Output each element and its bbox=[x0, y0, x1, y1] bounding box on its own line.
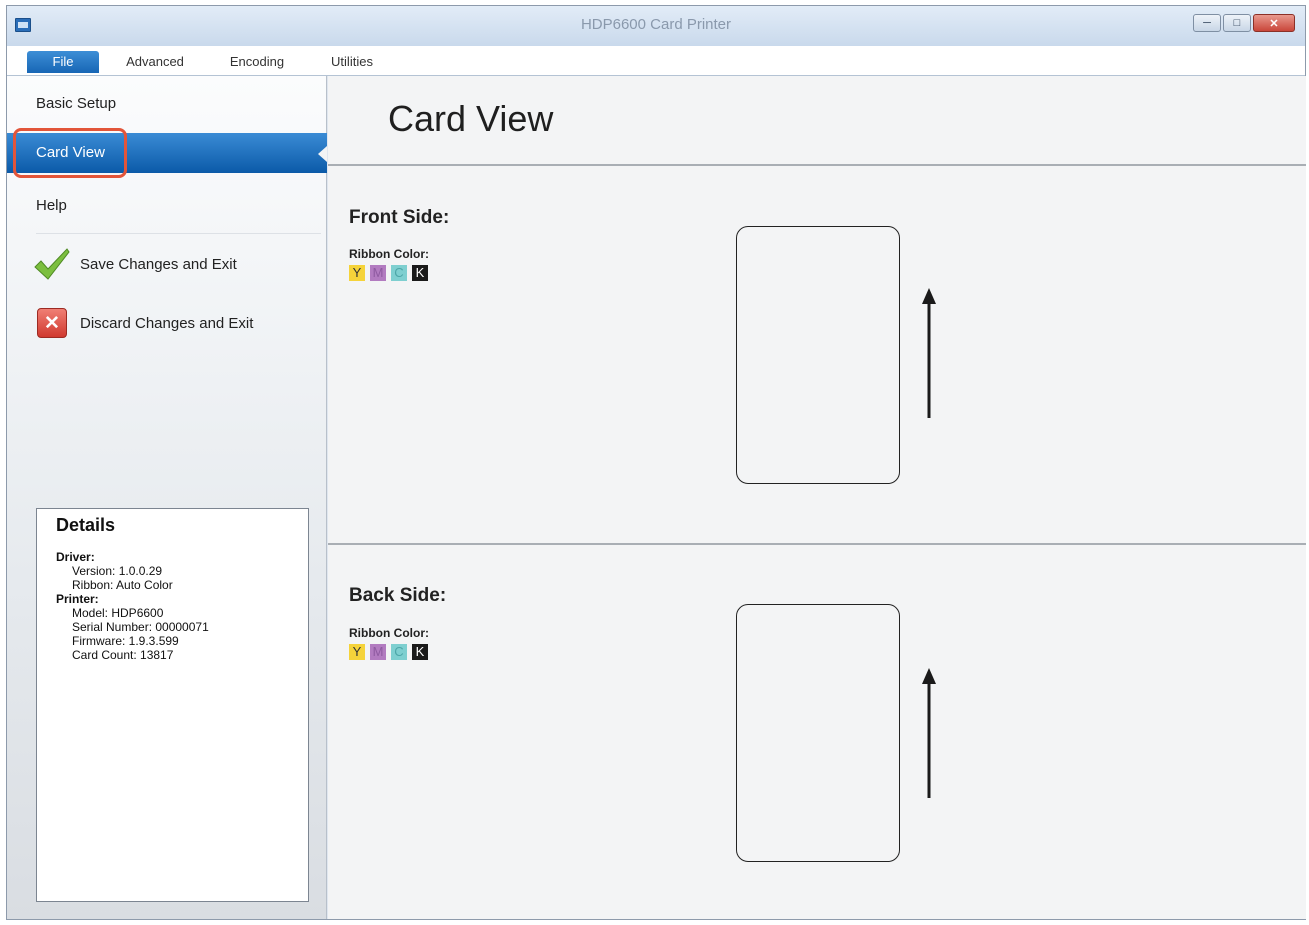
minimize-button[interactable]: ─ bbox=[1193, 14, 1221, 32]
back-orientation-arrow-icon bbox=[922, 668, 936, 798]
save-changes-button[interactable]: Save Changes and Exit bbox=[33, 244, 323, 284]
printer-serial: Serial Number: 00000071 bbox=[72, 620, 209, 634]
sidebar-item-label: Help bbox=[36, 197, 67, 214]
front-side-title: Front Side: bbox=[349, 207, 450, 228]
divider bbox=[328, 543, 1306, 545]
sidebar-item-basic-setup[interactable]: Basic Setup bbox=[7, 84, 327, 124]
selection-pointer bbox=[318, 146, 327, 162]
back-card-preview bbox=[736, 604, 900, 862]
sidebar: Basic Setup Card View Help Save Changes … bbox=[7, 76, 327, 919]
sidebar-item-label: Basic Setup bbox=[36, 95, 117, 112]
callout-highlight bbox=[13, 128, 127, 178]
panel-m: M bbox=[370, 265, 386, 281]
front-orientation-arrow-icon bbox=[922, 288, 936, 418]
panel-y: Y bbox=[349, 644, 365, 660]
divider bbox=[36, 233, 321, 234]
close-icon: ✕ bbox=[37, 308, 67, 338]
maximize-icon: □ bbox=[1233, 17, 1241, 29]
driver-label: Driver: bbox=[56, 550, 95, 564]
details-panel: Details Driver: Version: 1.0.0.29 Ribbon… bbox=[36, 508, 309, 902]
tab-advanced[interactable]: Advanced bbox=[115, 51, 195, 73]
maximize-button[interactable]: □ bbox=[1223, 14, 1251, 32]
panel-k: K bbox=[412, 644, 428, 660]
discard-changes-label: Discard Changes and Exit bbox=[80, 314, 254, 332]
menu-tabs: File Advanced Encoding Utilities bbox=[7, 46, 1305, 76]
tab-file[interactable]: File bbox=[27, 51, 99, 73]
divider bbox=[328, 164, 1306, 166]
details-title: Details bbox=[56, 515, 116, 535]
close-button[interactable]: ✕ bbox=[1253, 14, 1295, 32]
front-ribbon-label: Ribbon Color: bbox=[349, 247, 429, 261]
printer-model: Model: HDP6600 bbox=[72, 606, 164, 620]
front-card-preview bbox=[736, 226, 900, 484]
save-changes-label: Save Changes and Exit bbox=[80, 255, 237, 273]
checkmark-icon bbox=[33, 245, 71, 283]
main-panel: Card View Front Side: Ribbon Color: Y M … bbox=[328, 76, 1306, 919]
printer-card-count: Card Count: 13817 bbox=[72, 648, 174, 662]
panel-k: K bbox=[412, 265, 428, 281]
page-title: Card View bbox=[388, 98, 554, 139]
tab-encoding[interactable]: Encoding bbox=[219, 51, 295, 73]
driver-version: Version: 1.0.0.29 bbox=[72, 564, 163, 578]
window-title: HDP6600 Card Printer bbox=[580, 16, 732, 33]
sidebar-item-help[interactable]: Help bbox=[7, 186, 327, 226]
printer-firmware: Firmware: 1.9.3.599 bbox=[72, 634, 179, 648]
tab-utilities[interactable]: Utilities bbox=[317, 51, 387, 73]
back-ribbon-label: Ribbon Color: bbox=[349, 626, 429, 640]
driver-ribbon: Ribbon: Auto Color bbox=[72, 578, 173, 592]
panel-y: Y bbox=[349, 265, 365, 281]
back-ribbon-panels: Y M C K bbox=[349, 644, 433, 660]
back-side-title: Back Side: bbox=[349, 585, 447, 606]
close-icon: ✕ bbox=[1269, 17, 1279, 30]
minimize-icon: ─ bbox=[1203, 17, 1211, 29]
front-ribbon-panels: Y M C K bbox=[349, 265, 433, 281]
title-bar: HDP6600 Card Printer ─ □ ✕ bbox=[7, 6, 1305, 46]
panel-m: M bbox=[370, 644, 386, 660]
panel-c: C bbox=[391, 265, 407, 281]
app-window: HDP6600 Card Printer ─ □ ✕ File Advanced… bbox=[6, 5, 1306, 920]
discard-changes-button[interactable]: ✕ Discard Changes and Exit bbox=[33, 303, 323, 343]
panel-c: C bbox=[391, 644, 407, 660]
printer-label: Printer: bbox=[56, 592, 99, 606]
window-controls: ─ □ ✕ bbox=[1193, 14, 1295, 32]
